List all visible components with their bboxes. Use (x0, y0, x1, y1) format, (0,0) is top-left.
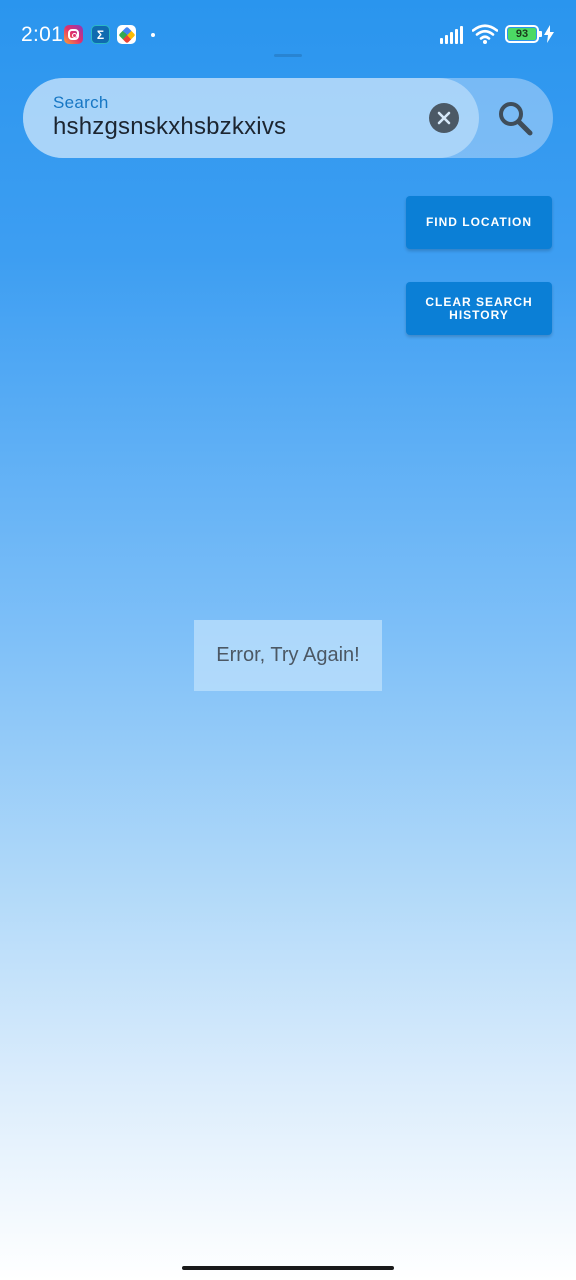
notification-dot (151, 33, 155, 37)
clear-search-button[interactable] (429, 103, 459, 133)
error-message: Error, Try Again! (194, 620, 382, 691)
find-location-button[interactable]: FIND LOCATION (406, 196, 552, 249)
close-icon (437, 111, 451, 125)
battery-icon: 93 (505, 25, 539, 43)
charging-bolt-icon (544, 25, 554, 43)
signal-icon (440, 26, 466, 44)
google-photos-icon (117, 25, 136, 44)
status-time: 2:01 (21, 23, 64, 46)
sheet-drag-handle[interactable] (274, 54, 302, 57)
home-indicator[interactable] (182, 1266, 394, 1270)
sigma-app-icon: Σ (91, 25, 110, 44)
search-input-value[interactable]: hshzgsnskxhsbzkxivs (53, 113, 286, 141)
battery-level: 93 (508, 28, 536, 40)
search-icon[interactable] (495, 98, 535, 138)
search-label: Search (53, 93, 109, 112)
wifi-icon (472, 24, 498, 44)
instagram-icon (64, 25, 83, 44)
clear-search-history-button[interactable]: CLEAR SEARCH HISTORY (406, 282, 552, 335)
battery-cap (539, 31, 542, 37)
status-bar: 2:01 Σ 93 (0, 0, 576, 70)
